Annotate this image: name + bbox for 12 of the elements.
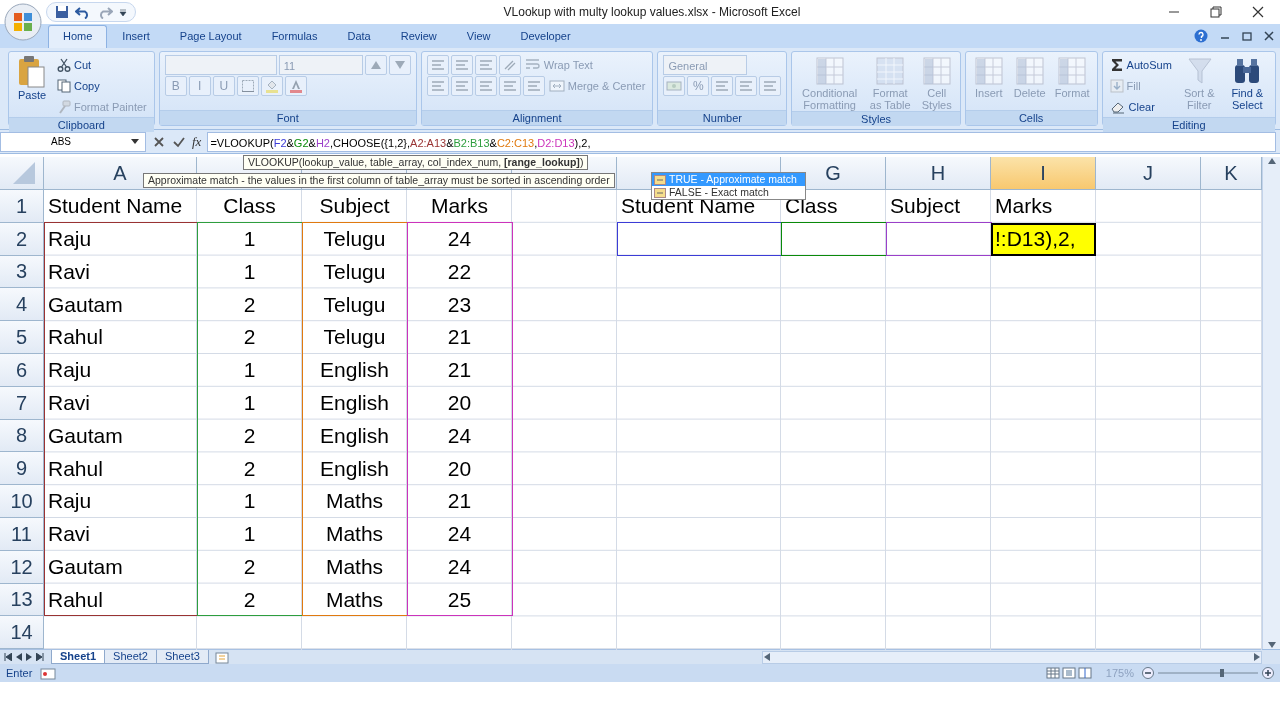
window-title: VLookup with multy lookup values.xlsx - Microsoft Excel [502,4,802,21]
group-label: Alignment [421,110,653,125]
status-mode: Enter [6,665,33,681]
group-label: Editing [1102,117,1275,132]
zoom-level: 175% [1105,665,1134,681]
group-label: Font [159,110,416,125]
group-label: Cells [965,110,1097,125]
group-label: Styles [792,111,960,126]
argument-tooltip: Approximate match - the values in the first column of table_array must be sorted in ascending order [143,173,615,188]
group-label: Number [658,110,787,125]
function-tooltip: VLOOKUP(lookup_value, table_array, col_index_num, [range_lookup]) [243,155,589,170]
group-label: Clipboard [9,117,154,132]
